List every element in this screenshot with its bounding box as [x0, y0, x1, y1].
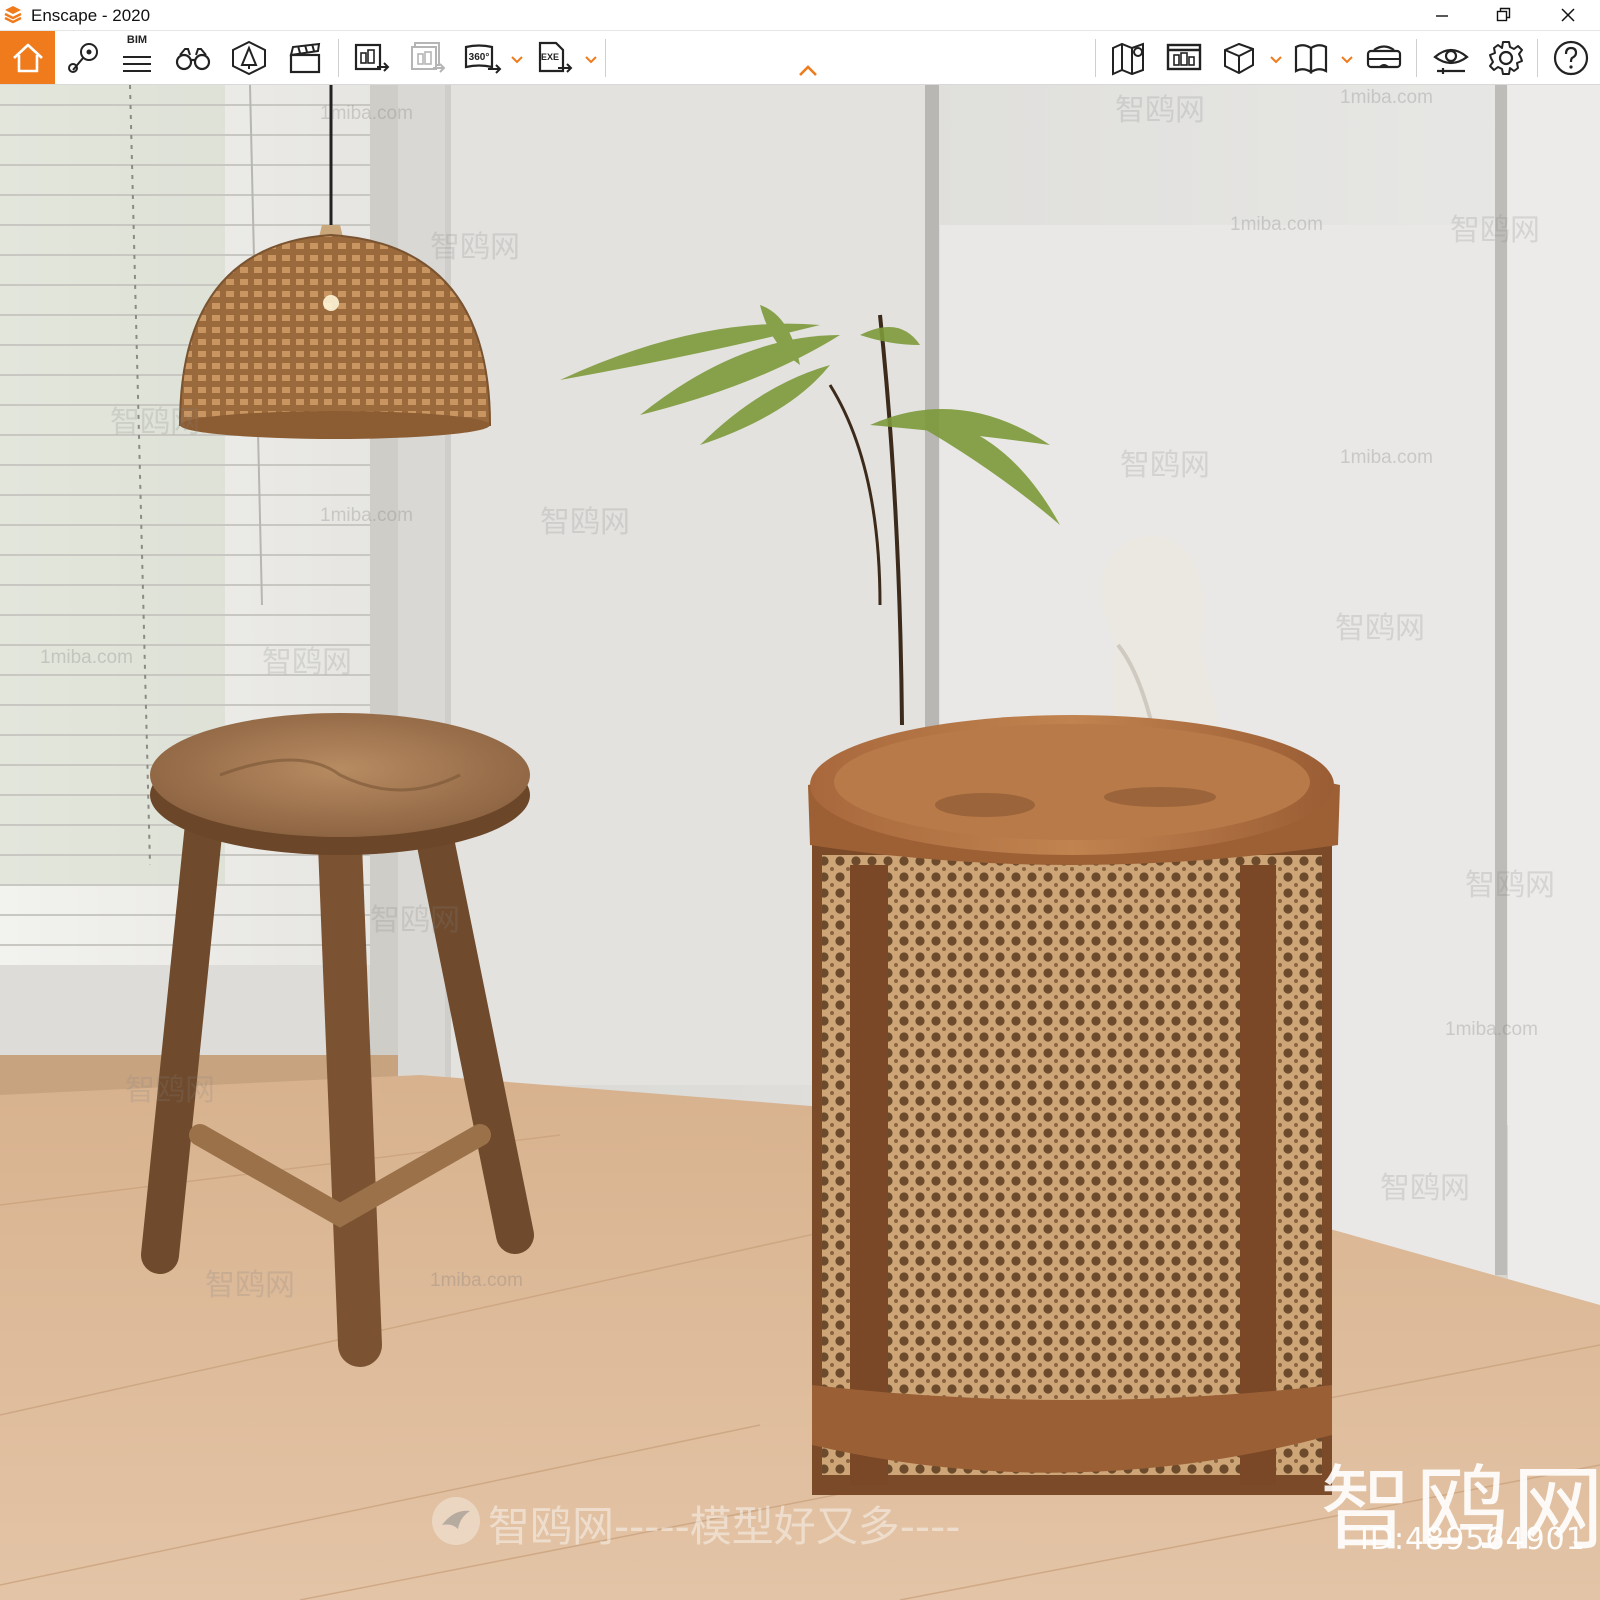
watermark-brand: 智鸥网 [540, 505, 630, 540]
watermark-brand: 智鸥网 [370, 903, 460, 938]
help-button[interactable] [1548, 35, 1594, 81]
render-viewport[interactable]: 1miba.com 1miba.com 1miba.com 1miba.com … [0, 85, 1600, 1600]
render-scene [0, 85, 1600, 1600]
vr-headset-button[interactable] [1361, 35, 1407, 81]
home-icon [12, 43, 43, 72]
enscape-toolbar: BIM 360° EXE [0, 31, 1600, 85]
panorama-360-button[interactable]: 360° [460, 35, 506, 81]
cube-view-button[interactable] [1216, 35, 1262, 81]
home-button[interactable] [0, 31, 55, 84]
window-title: Enscape - 2020 [31, 6, 151, 25]
watermark-bird-logo-icon [432, 1497, 480, 1545]
watermark-brand: 智鸥网 [1115, 93, 1205, 128]
watermark-brand: 智鸥网 [125, 1073, 215, 1108]
chevron-down-icon[interactable] [584, 53, 598, 65]
vr-headset-icon [1366, 45, 1402, 69]
exe-export-icon: EXE [538, 41, 573, 73]
collapse-toolbar-icon[interactable] [797, 63, 819, 79]
book-icon [1294, 44, 1328, 74]
restore-icon [1496, 7, 1511, 22]
watermark-site: 1miba.com [430, 1270, 523, 1291]
asset-library-button[interactable] [226, 35, 272, 81]
chevron-down-icon[interactable] [510, 53, 524, 65]
toolbar-separator [1537, 39, 1538, 77]
watermark-site: 1miba.com [320, 103, 413, 124]
cube-icon [1224, 42, 1254, 75]
watermark-brand: 智鸥网 [262, 645, 352, 680]
bim-label: BIM [126, 34, 148, 46]
watermark-site: 1miba.com [1230, 214, 1323, 235]
book-button[interactable] [1288, 35, 1334, 81]
clapperboard-icon [289, 42, 321, 74]
map-icon [1112, 42, 1144, 76]
restore-button[interactable] [1475, 0, 1533, 30]
close-button[interactable] [1539, 0, 1597, 30]
screenshot-export-icon [354, 43, 390, 72]
enscape-logo-icon [4, 6, 22, 24]
views-icon [68, 43, 98, 73]
chevron-down-icon[interactable] [1340, 53, 1354, 65]
watermark-site: 1miba.com [1340, 87, 1433, 108]
watermark-brand: 智鸥网 [1450, 213, 1540, 248]
toolbar-separator [1416, 39, 1417, 77]
asset-library-icon [232, 40, 266, 76]
video-editor-button[interactable] [282, 35, 328, 81]
gear-icon [1489, 41, 1523, 75]
watermark-brand: 智鸥网 [1335, 611, 1425, 646]
panorama-360-icon: 360° [464, 44, 502, 74]
map-view-button[interactable] [1106, 35, 1152, 81]
batch-render-button[interactable] [405, 35, 451, 81]
toolbar-separator [605, 39, 606, 77]
watermark-brand: 智鸥网 [1120, 448, 1210, 483]
views-button[interactable] [60, 35, 106, 81]
binoculars-icon [175, 48, 211, 71]
watermark-brand: 智鸥网 [430, 230, 520, 265]
visual-settings-button[interactable] [1428, 35, 1474, 81]
bim-button[interactable]: BIM [114, 34, 160, 81]
walk-mode-button[interactable] [170, 35, 216, 81]
screenshot-export-button[interactable] [349, 35, 395, 81]
batch-render-icon [411, 42, 446, 73]
exe-export-button[interactable]: EXE [532, 35, 578, 81]
watermark-id: ID:489564901 [1360, 1522, 1586, 1557]
watermark-site: 1miba.com [1445, 1019, 1538, 1040]
toolbar-separator [338, 39, 339, 77]
watermark-site: 1miba.com [320, 505, 413, 526]
watermark-site: 1miba.com [40, 647, 133, 668]
minimize-icon [1436, 15, 1448, 17]
eye-icon [1433, 48, 1469, 74]
watermark-brand: 智鸥网 [110, 405, 200, 440]
panorama-360-label: 360° [469, 52, 490, 63]
watermark-brand: 智鸥网 [1380, 1171, 1470, 1206]
watermark-slogan: 智鸥网-----模型好又多---- [488, 1502, 961, 1551]
web-standalone-button[interactable] [1161, 35, 1207, 81]
close-icon [1561, 8, 1575, 22]
watermark-site: 1miba.com [1340, 447, 1433, 468]
toolbar-separator [1095, 39, 1096, 77]
help-icon [1553, 40, 1589, 76]
title-bar: Enscape - 2020 [0, 0, 1600, 31]
web-standalone-icon [1166, 43, 1202, 71]
general-settings-button[interactable] [1483, 35, 1529, 81]
chevron-down-icon[interactable] [1269, 53, 1283, 65]
watermark-brand: 智鸥网 [1465, 868, 1555, 903]
watermark-brand: 智鸥网 [205, 1268, 295, 1303]
exe-label: EXE [541, 52, 559, 62]
minimize-button[interactable] [1413, 0, 1471, 30]
